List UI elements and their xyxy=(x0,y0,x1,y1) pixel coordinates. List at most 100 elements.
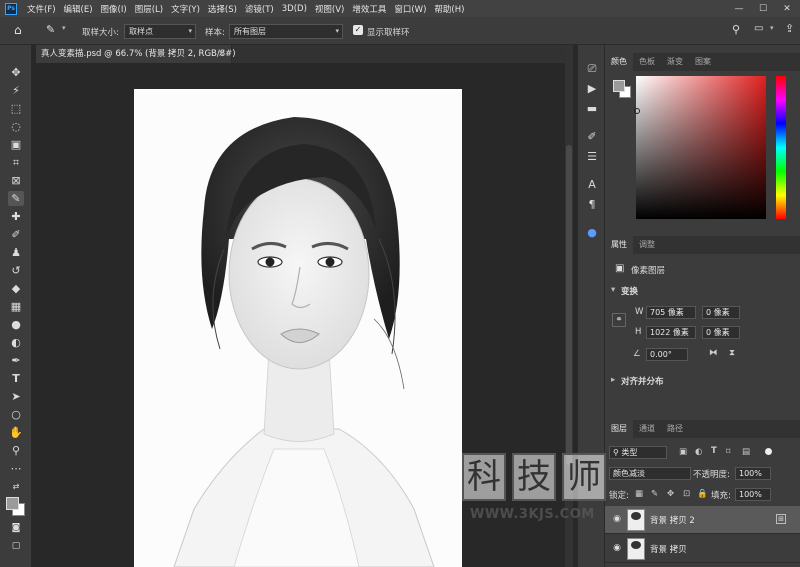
tab-properties[interactable]: 属性 xyxy=(605,236,633,254)
path-select-tool-icon[interactable]: ➤ xyxy=(8,389,24,404)
foreground-color-swatch[interactable] xyxy=(6,497,19,510)
tab-color[interactable]: 颜色 xyxy=(605,53,633,71)
flip-vertical-icon[interactable]: ⧗ xyxy=(729,348,735,358)
color-foreground-swatch[interactable] xyxy=(613,80,625,92)
tab-swatches[interactable]: 色板 xyxy=(633,53,661,71)
artboard-wand-icon[interactable]: ⚡ xyxy=(8,83,24,98)
eyedropper-tool-icon[interactable]: ✎ xyxy=(8,191,24,206)
filter-smart-object-icon[interactable]: ▤ xyxy=(742,447,750,457)
sample-select[interactable]: 所有图层 ▾ xyxy=(229,24,343,39)
filter-shape-icon[interactable]: ⌑ xyxy=(726,447,730,457)
quick-mask-icon[interactable]: ◙ xyxy=(8,521,24,536)
marquee-tool-icon[interactable]: ⬚ xyxy=(8,101,24,116)
screen-mode-icon[interactable]: ▢ xyxy=(8,539,24,554)
lock-image-icon[interactable]: ✎ xyxy=(651,489,658,499)
close-tab-icon[interactable]: × xyxy=(218,45,225,63)
layer-row[interactable]: ◉ 背景 拷贝 2 ⊞ xyxy=(605,506,800,534)
opacity-field[interactable]: 100% xyxy=(735,467,771,480)
brush-settings-icon[interactable]: ☰ xyxy=(584,149,600,164)
workspace-icon[interactable]: ▭ xyxy=(754,23,763,34)
layer-filter-select[interactable]: ⚲ 类型 xyxy=(609,446,667,459)
menu-3d[interactable]: 3D(D) xyxy=(278,4,311,14)
document-canvas-image[interactable] xyxy=(134,89,462,567)
eyedropper-icon[interactable]: ✎ xyxy=(46,23,60,37)
type-tool-icon[interactable]: T xyxy=(8,371,24,386)
paragraph-panel-icon[interactable]: ¶ xyxy=(584,197,600,212)
tool-preset-chevron-down-icon[interactable]: ▾ xyxy=(62,24,66,32)
brushes-panel-icon[interactable]: ✐ xyxy=(584,129,600,144)
menu-file[interactable]: 文件(F) xyxy=(23,3,60,15)
visibility-eye-icon[interactable]: ◉ xyxy=(611,543,623,555)
document-tab[interactable]: 真人变素描.psd @ 66.7% (背景 拷贝 2, RGB/8#) × xyxy=(36,45,236,63)
smart-filter-icon[interactable]: ⊞ xyxy=(776,514,786,524)
history-panel-icon[interactable]: ⎚ xyxy=(584,61,600,76)
menu-layer[interactable]: 图层(L) xyxy=(131,3,167,15)
sample-size-select[interactable]: 取样点 ▾ xyxy=(124,24,196,39)
align-chevron-icon[interactable]: ▸ xyxy=(611,375,615,385)
lock-artboard-icon[interactable]: ⊡ xyxy=(683,489,690,499)
tab-patterns[interactable]: 图案 xyxy=(689,53,717,71)
angle-field[interactable]: 0.00° xyxy=(646,348,688,361)
shape-tool-icon[interactable]: ○ xyxy=(8,407,24,422)
hue-slider[interactable] xyxy=(776,76,786,219)
tab-layers[interactable]: 图层 xyxy=(605,420,633,438)
menu-help[interactable]: 帮助(H) xyxy=(430,3,468,15)
lock-position-icon[interactable]: ✥ xyxy=(667,489,674,499)
menu-view[interactable]: 视图(V) xyxy=(311,3,348,15)
dodge-tool-icon[interactable]: ◐ xyxy=(8,335,24,350)
pen-tool-icon[interactable]: ✒ xyxy=(8,353,24,368)
link-dimensions-icon[interactable]: ⚭ xyxy=(612,313,626,327)
lock-transparent-icon[interactable]: ▦ xyxy=(635,489,643,499)
lock-all-icon[interactable]: 🔒 xyxy=(697,489,708,499)
blend-mode-select[interactable]: 颜色减淡 xyxy=(609,467,691,480)
color-picker-field[interactable] xyxy=(634,76,766,219)
tab-adjustments[interactable]: 调整 xyxy=(633,236,661,254)
comments-panel-icon[interactable]: ▬ xyxy=(584,101,600,116)
width-field[interactable]: 705 像素 xyxy=(646,306,696,319)
menu-window[interactable]: 窗口(W) xyxy=(390,3,430,15)
show-ring-checkbox[interactable]: ✓ xyxy=(353,25,363,35)
brush-tool-icon[interactable]: ✐ xyxy=(8,227,24,242)
tab-gradients[interactable]: 渐变 xyxy=(661,53,689,71)
crop-tool-icon[interactable]: ⌗ xyxy=(8,155,24,170)
filter-pixel-icon[interactable]: ▣ xyxy=(679,447,687,457)
menu-image[interactable]: 图像(I) xyxy=(97,3,131,15)
actions-panel-icon[interactable]: ▶ xyxy=(584,81,600,96)
search-icon[interactable]: ⚲ xyxy=(732,23,740,36)
more-tools-icon[interactable]: ⋯ xyxy=(8,461,24,476)
libraries-panel-icon[interactable]: ● xyxy=(584,225,600,240)
color-picker-cursor[interactable] xyxy=(634,108,640,114)
fill-field[interactable]: 100% xyxy=(735,488,771,501)
zoom-tool-icon[interactable]: ⚲ xyxy=(8,443,24,458)
hand-tool-icon[interactable]: ✋ xyxy=(8,425,24,440)
quick-select-tool-icon[interactable]: ▣ xyxy=(8,137,24,152)
share-icon[interactable]: ⇪ xyxy=(785,22,794,35)
gradient-tool-icon[interactable]: ▦ xyxy=(8,299,24,314)
maximize-button[interactable]: ☐ xyxy=(752,0,774,17)
menu-plugins[interactable]: 增效工具 xyxy=(348,3,390,15)
layer-row[interactable]: ◉ 背景 拷贝 xyxy=(605,535,800,563)
transform-chevron-down-icon[interactable]: ▾ xyxy=(611,285,615,295)
lasso-tool-icon[interactable]: ◌ xyxy=(8,119,24,134)
character-panel-icon[interactable]: A xyxy=(584,177,600,192)
x-field[interactable]: 0 像素 xyxy=(702,306,740,319)
blur-tool-icon[interactable]: ● xyxy=(8,317,24,332)
menu-edit[interactable]: 编辑(E) xyxy=(60,3,97,15)
filter-type-icon[interactable]: T xyxy=(711,446,717,456)
history-brush-tool-icon[interactable]: ↺ xyxy=(8,263,24,278)
tab-paths[interactable]: 路径 xyxy=(661,420,689,438)
visibility-eye-icon[interactable]: ◉ xyxy=(611,514,623,526)
flip-horizontal-icon[interactable]: ⧓ xyxy=(709,348,718,358)
filter-adjustment-icon[interactable]: ◐ xyxy=(695,447,702,457)
minimize-button[interactable]: — xyxy=(728,0,750,17)
frame-tool-icon[interactable]: ⊠ xyxy=(8,173,24,188)
swap-colors-icon[interactable]: ⇄ xyxy=(8,479,24,494)
menu-select[interactable]: 选择(S) xyxy=(204,3,241,15)
clone-stamp-tool-icon[interactable]: ♟ xyxy=(8,245,24,260)
y-field[interactable]: 0 像素 xyxy=(702,326,740,339)
workspace-chevron-down-icon[interactable]: ▾ xyxy=(770,24,774,32)
menu-type[interactable]: 文字(Y) xyxy=(167,3,204,15)
healing-brush-tool-icon[interactable]: ✚ xyxy=(8,209,24,224)
eraser-tool-icon[interactable]: ◆ xyxy=(8,281,24,296)
tab-channels[interactable]: 通道 xyxy=(633,420,661,438)
